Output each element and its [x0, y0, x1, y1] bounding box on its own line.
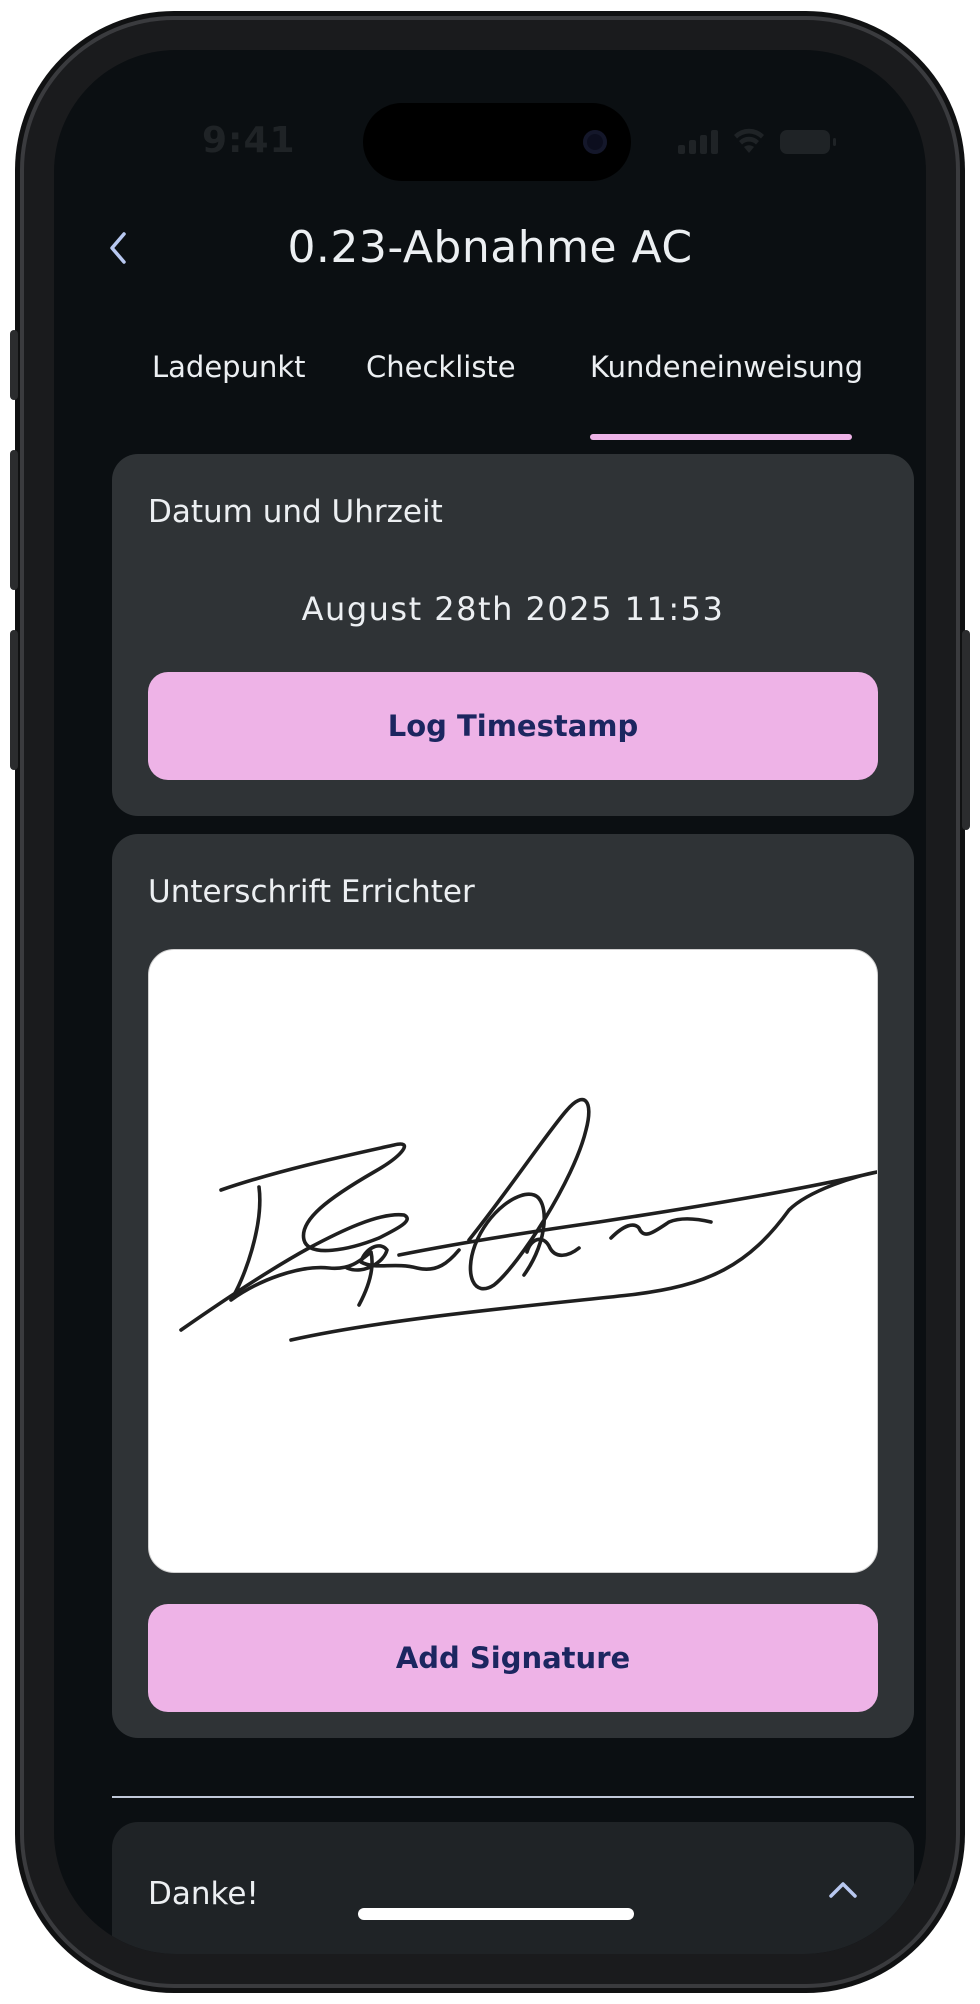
accordion-label: Danke! [148, 1876, 259, 1912]
add-signature-button[interactable]: Add Signature [148, 1604, 878, 1712]
chevron-up-icon [829, 1882, 857, 1898]
danke-accordion[interactable]: Danke! [112, 1822, 914, 1954]
action-button [10, 330, 18, 400]
tab-checkliste[interactable]: Checkliste [366, 350, 516, 384]
tab-kundeneinweisung[interactable]: Kundeneinweisung [590, 350, 863, 384]
front-camera [583, 130, 607, 154]
datetime-heading: Datum und Uhrzeit [148, 494, 443, 530]
signature-pad[interactable] [148, 949, 878, 1573]
signature-image [179, 1097, 877, 1342]
battery-icon [780, 130, 836, 154]
section-divider [112, 1796, 914, 1798]
page-title: 0.23-Abnahme AC [287, 222, 693, 273]
signature-heading: Unterschrift Errichter [148, 874, 475, 910]
app-screen: 9:41 0.23-Abnahme AC Ladepunkt Checklist… [54, 50, 926, 1954]
cellular-signal-icon [678, 130, 718, 154]
power-button [962, 630, 970, 830]
wifi-icon [734, 128, 764, 153]
home-indicator[interactable] [358, 1908, 634, 1920]
tab-ladepunkt[interactable]: Ladepunkt [152, 350, 306, 384]
tab-bar: Ladepunkt Checkliste Kundeneinweisung [54, 350, 926, 410]
active-tab-indicator [590, 434, 852, 440]
volume-down-button [10, 630, 18, 770]
volume-up-button [10, 450, 18, 590]
status-icons [678, 128, 836, 154]
log-timestamp-button[interactable]: Log Timestamp [148, 672, 878, 780]
status-time: 9:41 [202, 120, 296, 161]
dynamic-island [363, 103, 631, 181]
timestamp-value: August 28th 2025 11:53 [301, 590, 725, 628]
datetime-card: Datum und Uhrzeit August 28th 2025 11:53… [112, 454, 914, 816]
phone-frame: 9:41 0.23-Abnahme AC Ladepunkt Checklist… [10, 20, 970, 1984]
signature-card: Unterschrift Errichter Add Signature [112, 834, 914, 1738]
